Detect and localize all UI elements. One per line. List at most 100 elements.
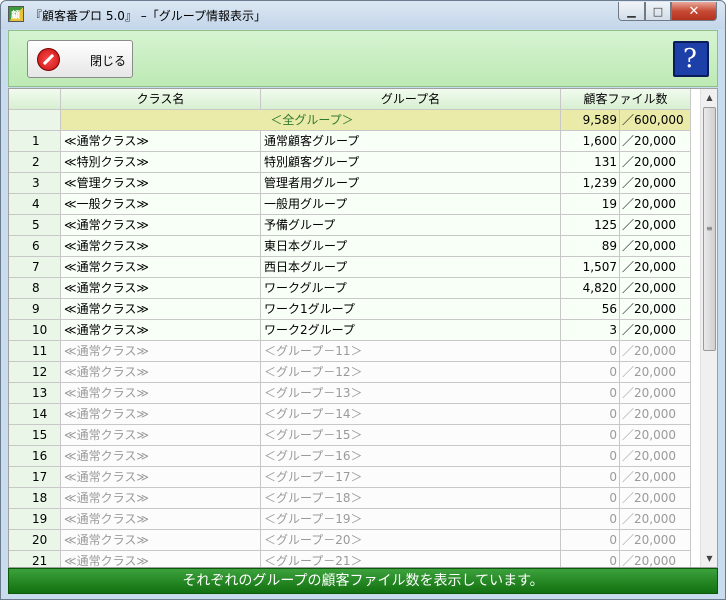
close-dialog-button[interactable]: 閉じる <box>27 40 133 78</box>
table-row[interactable]: 18 ≪通常クラス≫ ＜グループ－18＞ 0 ／20,000 <box>9 488 699 509</box>
class-name-cell: ≪通常クラス≫ <box>61 383 261 404</box>
class-name-cell: ≪管理クラス≫ <box>61 173 261 194</box>
group-name-cell: ワークグループ <box>261 278 561 299</box>
scroll-up-icon[interactable]: ▲ <box>701 89 717 106</box>
table-row[interactable]: 12 ≪通常クラス≫ ＜グループ－12＞ 0 ／20,000 <box>9 362 699 383</box>
class-name-cell: ≪通常クラス≫ <box>61 320 261 341</box>
group-name-cell: ＜グループ－13＞ <box>261 383 561 404</box>
row-number: 11 <box>9 341 61 362</box>
file-count-cell: 0 <box>561 341 620 362</box>
group-name-cell: ＜グループ－21＞ <box>261 551 561 567</box>
window-close-button[interactable]: ✕ <box>671 2 717 21</box>
all-groups-row[interactable]: ＜全グループ＞ 9,589 ／600,000 <box>9 110 699 131</box>
row-number <box>9 110 61 131</box>
table-row[interactable]: 4 ≪一般クラス≫ 一般用グループ 19 ／20,000 <box>9 194 699 215</box>
row-number: 21 <box>9 551 61 567</box>
file-count-cell: 1,600 <box>561 131 620 152</box>
window-title: 『顧客番プロ 5.0』 –「グループ情報表示」 <box>30 9 266 23</box>
file-count-cell: 0 <box>561 488 620 509</box>
table-row[interactable]: 21 ≪通常クラス≫ ＜グループ－21＞ 0 ／20,000 <box>9 551 699 567</box>
file-count-cell: 131 <box>561 152 620 173</box>
table-row[interactable]: 8 ≪通常クラス≫ ワークグループ 4,820 ／20,000 <box>9 278 699 299</box>
group-name-cell: ワーク2グループ <box>261 320 561 341</box>
help-icon: ? <box>683 44 697 74</box>
class-name-cell: ≪通常クラス≫ <box>61 362 261 383</box>
row-number: 16 <box>9 446 61 467</box>
group-name-cell: ＜グループ－16＞ <box>261 446 561 467</box>
group-name-cell: 一般用グループ <box>261 194 561 215</box>
group-name-cell: 予備グループ <box>261 215 561 236</box>
table-row[interactable]: 6 ≪通常クラス≫ 東日本グループ 89 ／20,000 <box>9 236 699 257</box>
file-count-cell: 0 <box>561 425 620 446</box>
file-max-cell: ／20,000 <box>620 131 691 152</box>
count-column-header[interactable]: 顧客ファイル数 <box>561 89 691 110</box>
row-number-header <box>9 89 61 110</box>
status-bar: それぞれのグループの顧客ファイル数を表示しています。 <box>8 568 718 594</box>
file-max-cell: ／20,000 <box>620 341 691 362</box>
file-count-cell: 4,820 <box>561 278 620 299</box>
file-count-cell: 125 <box>561 215 620 236</box>
class-name-cell: ≪通常クラス≫ <box>61 488 261 509</box>
vertical-scrollbar[interactable]: ▲ ≡ ▼ <box>700 89 717 567</box>
row-number: 20 <box>9 530 61 551</box>
group-name-cell: ＜グループ－19＞ <box>261 509 561 530</box>
class-name-cell: ≪通常クラス≫ <box>61 467 261 488</box>
row-number: 19 <box>9 509 61 530</box>
close-icon: ✕ <box>688 3 700 19</box>
minimize-button[interactable]: ▁ <box>618 2 645 21</box>
all-groups-label: ＜全グループ＞ <box>61 110 561 131</box>
row-number: 10 <box>9 320 61 341</box>
table-row[interactable]: 11 ≪通常クラス≫ ＜グループ－11＞ 0 ／20,000 <box>9 341 699 362</box>
table-row[interactable]: 2 ≪特別クラス≫ 特別顧客グループ 131 ／20,000 <box>9 152 699 173</box>
scrollbar-thumb[interactable]: ≡ <box>703 107 716 351</box>
table-row[interactable]: 3 ≪管理クラス≫ 管理者用グループ 1,239 ／20,000 <box>9 173 699 194</box>
file-max-cell: ／20,000 <box>620 509 691 530</box>
title-bar[interactable]: 顧 『顧客番プロ 5.0』 –「グループ情報表示」 ▁ □ ✕ <box>1 1 725 29</box>
class-name-cell: ≪一般クラス≫ <box>61 194 261 215</box>
table-row[interactable]: 5 ≪通常クラス≫ 予備グループ 125 ／20,000 <box>9 215 699 236</box>
table-row[interactable]: 17 ≪通常クラス≫ ＜グループ－17＞ 0 ／20,000 <box>9 467 699 488</box>
help-button[interactable]: ? <box>673 41 709 77</box>
app-icon: 顧 <box>8 6 24 22</box>
table-row[interactable]: 16 ≪通常クラス≫ ＜グループ－16＞ 0 ／20,000 <box>9 446 699 467</box>
maximize-icon: □ <box>652 4 664 18</box>
row-number: 18 <box>9 488 61 509</box>
file-max-cell: ／20,000 <box>620 383 691 404</box>
file-max-cell: ／20,000 <box>620 446 691 467</box>
table-row[interactable]: 10 ≪通常クラス≫ ワーク2グループ 3 ／20,000 <box>9 320 699 341</box>
scroll-down-icon[interactable]: ▼ <box>701 550 717 567</box>
table-row[interactable]: 9 ≪通常クラス≫ ワーク1グループ 56 ／20,000 <box>9 299 699 320</box>
file-count-cell: 0 <box>561 551 620 567</box>
minimize-icon: ▁ <box>627 4 636 18</box>
file-count-cell: 0 <box>561 509 620 530</box>
group-column-header[interactable]: グループ名 <box>261 89 561 110</box>
table-row[interactable]: 14 ≪通常クラス≫ ＜グループ－14＞ 0 ／20,000 <box>9 404 699 425</box>
table-row[interactable]: 7 ≪通常クラス≫ 西日本グループ 1,507 ／20,000 <box>9 257 699 278</box>
row-number: 8 <box>9 278 61 299</box>
group-table: クラス名 グループ名 顧客ファイル数 ＜全グループ＞ 9,589 ／600,00… <box>8 88 718 568</box>
row-number: 9 <box>9 299 61 320</box>
file-max-cell: ／20,000 <box>620 173 691 194</box>
row-number: 4 <box>9 194 61 215</box>
group-name-cell: ＜グループ－12＞ <box>261 362 561 383</box>
table-row[interactable]: 20 ≪通常クラス≫ ＜グループ－20＞ 0 ／20,000 <box>9 530 699 551</box>
table-row[interactable]: 19 ≪通常クラス≫ ＜グループ－19＞ 0 ／20,000 <box>9 509 699 530</box>
table-row[interactable]: 13 ≪通常クラス≫ ＜グループ－13＞ 0 ／20,000 <box>9 383 699 404</box>
file-max-cell: ／20,000 <box>620 488 691 509</box>
no-entry-icon <box>37 48 60 71</box>
row-number: 13 <box>9 383 61 404</box>
file-count-cell: 0 <box>561 362 620 383</box>
file-max-cell: ／20,000 <box>620 152 691 173</box>
group-name-cell: ＜グループ－14＞ <box>261 404 561 425</box>
class-name-cell: ≪通常クラス≫ <box>61 299 261 320</box>
table-row[interactable]: 15 ≪通常クラス≫ ＜グループ－15＞ 0 ／20,000 <box>9 425 699 446</box>
group-name-cell: ワーク1グループ <box>261 299 561 320</box>
file-max-cell: ／20,000 <box>620 257 691 278</box>
maximize-button[interactable]: □ <box>645 2 671 21</box>
class-column-header[interactable]: クラス名 <box>61 89 261 110</box>
file-max-cell: ／20,000 <box>620 530 691 551</box>
group-name-cell: 通常顧客グループ <box>261 131 561 152</box>
file-max: ／600,000 <box>620 110 691 131</box>
table-row[interactable]: 1 ≪通常クラス≫ 通常顧客グループ 1,600 ／20,000 <box>9 131 699 152</box>
file-max-cell: ／20,000 <box>620 404 691 425</box>
